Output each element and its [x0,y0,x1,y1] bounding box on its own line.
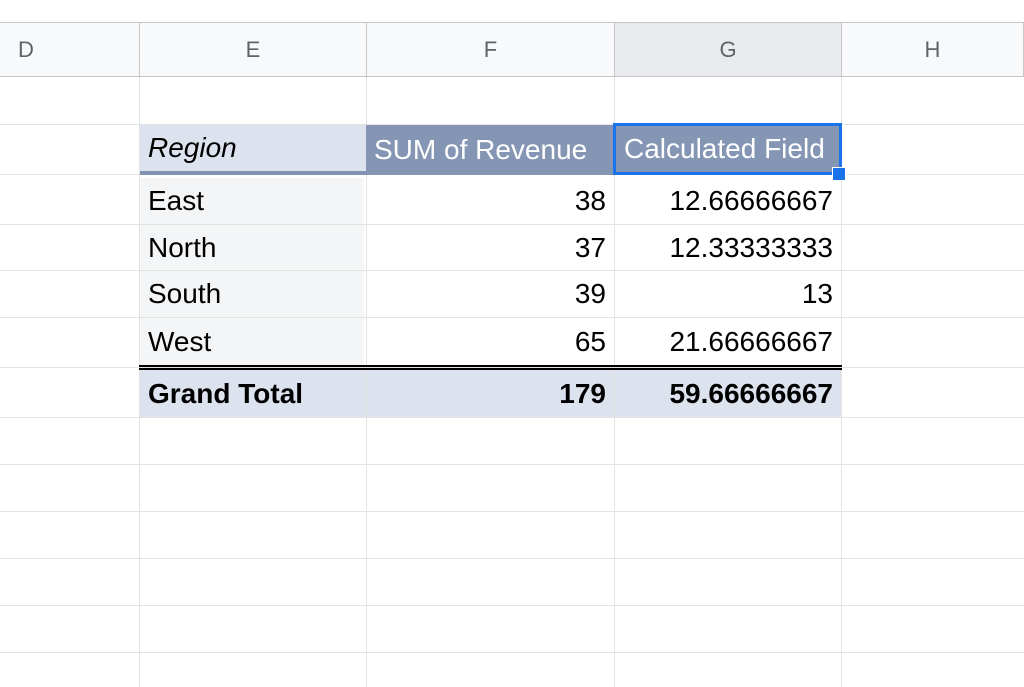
column-header-g[interactable]: G [615,22,842,77]
row-divider [0,417,1024,418]
grand-total-calc[interactable]: 59.66666667 [615,370,841,417]
row-divider [0,511,1024,512]
pivot-header-region[interactable]: Region [140,125,366,175]
pivot-header-calculated-field[interactable]: Calculated Field [613,123,842,175]
row-divider [0,652,1024,653]
pivot-cell-calc[interactable]: 12.33333333 [615,225,841,270]
row-divider [0,464,1024,465]
pivot-row-label[interactable]: West [140,318,364,366]
pivot-cell-sum[interactable]: 38 [367,178,614,224]
row-divider [0,558,1024,559]
pivot-cell-calc[interactable]: 12.66666667 [615,178,841,224]
pivot-cell-sum[interactable]: 65 [367,318,614,366]
pivot-cell-sum[interactable]: 39 [367,271,614,317]
column-header-d[interactable]: D [0,22,140,77]
column-header-h[interactable]: H [842,22,1024,77]
row-divider [0,605,1024,606]
grand-total-sum[interactable]: 179 [367,370,614,417]
pivot-row-label[interactable]: South [140,271,364,317]
pivot-header-sum-revenue[interactable]: SUM of Revenue [366,125,614,175]
pivot-row-label[interactable]: East [140,178,364,224]
pivot-cell-sum[interactable]: 37 [367,225,614,270]
pivot-cell-calc[interactable]: 13 [615,271,841,317]
pivot-row-label[interactable]: North [140,225,364,270]
pivot-cell-calc[interactable]: 21.66666667 [615,318,841,366]
grand-total-label[interactable]: Grand Total [140,370,366,417]
column-header-e[interactable]: E [140,22,367,77]
toolbar-gap [0,0,1024,22]
column-header-f[interactable]: F [367,22,615,77]
